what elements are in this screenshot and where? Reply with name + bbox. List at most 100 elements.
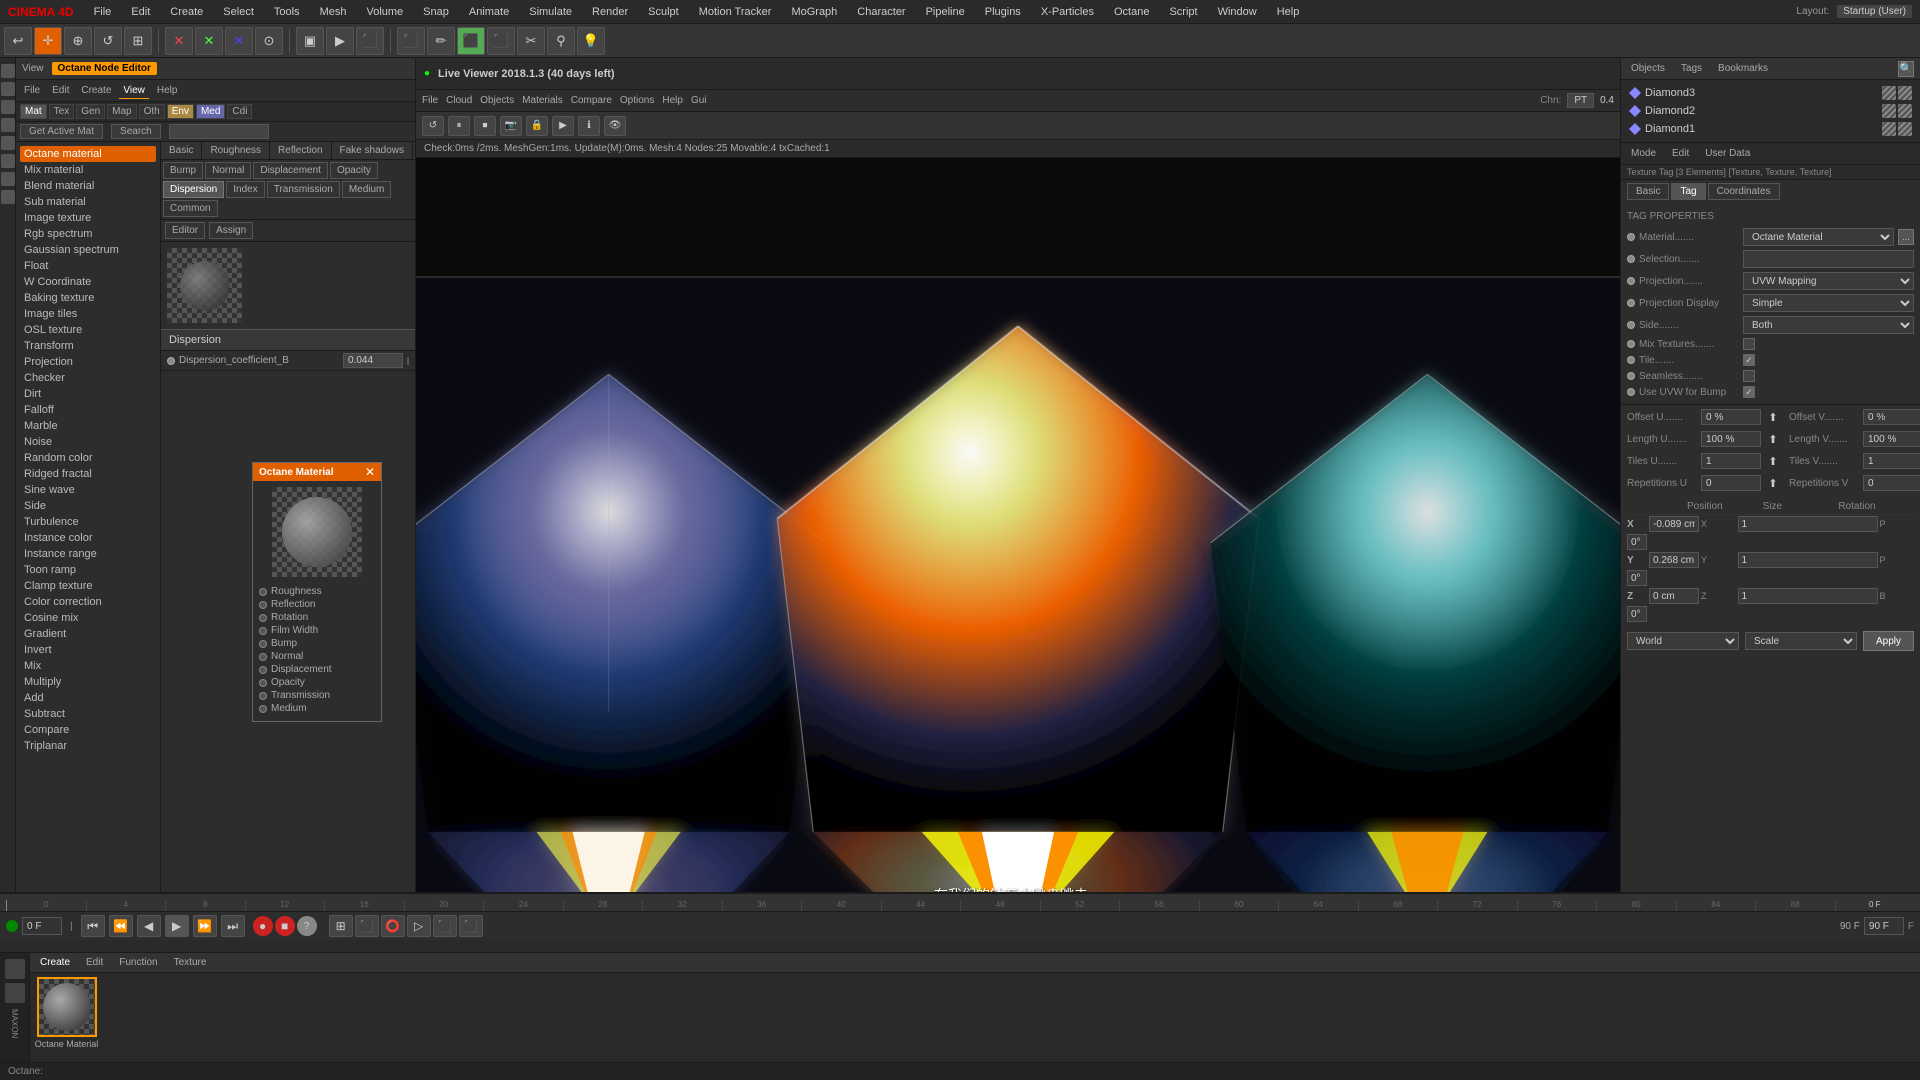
tl-extra5[interactable]: ⬛ <box>433 915 457 937</box>
mat-item-random[interactable]: Random color <box>20 450 156 466</box>
length-u-input[interactable] <box>1701 431 1761 447</box>
mode-tab-edit[interactable]: Edit <box>1666 146 1695 161</box>
search-input[interactable] <box>169 124 269 139</box>
mat-item-blend[interactable]: Blend material <box>20 178 156 194</box>
mat-item-imagetiles[interactable]: Image tiles <box>20 306 156 322</box>
menu-script[interactable]: Script <box>1165 4 1201 20</box>
sidebar-icon-8[interactable] <box>1 190 15 204</box>
menu-character[interactable]: Character <box>853 4 909 20</box>
oct-item-normal[interactable]: Normal <box>259 650 375 663</box>
mat-item-turbulence[interactable]: Turbulence <box>20 514 156 530</box>
menu-help[interactable]: Help <box>1273 4 1304 20</box>
offset-u-stepper[interactable]: ⬆ <box>1765 411 1781 424</box>
tl-goto-start[interactable]: ⏮ <box>81 915 105 937</box>
sidebar-icon-5[interactable] <box>1 136 15 150</box>
diamond3-tag2[interactable] <box>1898 86 1912 100</box>
tl-frame-start[interactable] <box>22 917 62 935</box>
tl-q-btn[interactable]: ? <box>297 916 317 936</box>
mat-item-instancerange[interactable]: Instance range <box>20 546 156 562</box>
mat-item-dirt[interactable]: Dirt <box>20 386 156 402</box>
menu-snap[interactable]: Snap <box>419 4 453 20</box>
np-sub-displacement[interactable]: Displacement <box>253 162 328 179</box>
np-sub-assign[interactable]: Assign <box>209 222 253 239</box>
np-sub-common[interactable]: Common <box>163 200 218 217</box>
mat-btn-oth[interactable]: Oth <box>139 104 165 119</box>
z-axis-btn[interactable]: ✕ <box>225 27 253 55</box>
x-axis-btn[interactable]: ✕ <box>165 27 193 55</box>
diamond3-tag[interactable] <box>1882 86 1896 100</box>
lv-menu-options[interactable]: Options <box>620 95 654 106</box>
projection-select[interactable]: UVW Mapping <box>1743 272 1914 290</box>
oct-item-filmwidth[interactable]: Film Width <box>259 624 375 637</box>
mat-item-osl[interactable]: OSL texture <box>20 322 156 338</box>
tl-extra4[interactable]: ▷ <box>407 915 431 937</box>
tl-end-frame[interactable] <box>1864 917 1904 935</box>
lv-menu-materials[interactable]: Materials <box>522 95 563 106</box>
material-browse-btn[interactable]: ... <box>1898 229 1914 245</box>
ne-tab-view[interactable]: File <box>20 83 44 98</box>
oct-item-bump[interactable]: Bump <box>259 637 375 650</box>
mat-item-transform[interactable]: Transform <box>20 338 156 354</box>
y-axis-btn[interactable]: ✕ <box>195 27 223 55</box>
tl-extra3[interactable]: ⭕ <box>381 915 405 937</box>
np-sub-dispersion[interactable]: Dispersion <box>163 181 224 198</box>
bm-tab-edit[interactable]: Edit <box>82 956 107 969</box>
mode-tab-mode[interactable]: Mode <box>1625 146 1662 161</box>
np-sub-normal[interactable]: Normal <box>205 162 251 179</box>
psr-y-pos[interactable] <box>1649 552 1699 568</box>
menu-file[interactable]: File <box>90 4 116 20</box>
offset-u-input[interactable] <box>1701 409 1761 425</box>
bm-tab-texture[interactable]: Texture <box>170 956 211 969</box>
mat-item-side[interactable]: Side <box>20 498 156 514</box>
mat-item-colorcorrection[interactable]: Color correction <box>20 594 156 610</box>
bm-tab-create[interactable]: Create <box>36 956 74 969</box>
rp-tab-tag[interactable]: Tag <box>1671 183 1705 200</box>
lv-menu-objects[interactable]: Objects <box>480 95 514 106</box>
cube-btn[interactable]: ⬛ <box>397 27 425 55</box>
rp-btn-bookmarks[interactable]: Bookmarks <box>1714 62 1772 75</box>
lv-menu-cloud[interactable]: Cloud <box>446 95 472 106</box>
lv-camera-btn[interactable]: 📷 <box>500 116 522 136</box>
psr-x-rot[interactable] <box>1627 534 1647 550</box>
np-tab-reflection[interactable]: Reflection <box>270 142 331 159</box>
side-select[interactable]: Both <box>1743 316 1914 334</box>
sidebar-icon-6[interactable] <box>1 154 15 168</box>
mat-btn-mat[interactable]: Mat <box>20 104 47 119</box>
menu-create[interactable]: Create <box>166 4 207 20</box>
selection-input[interactable] <box>1743 250 1914 268</box>
all-axis-btn[interactable]: ⊙ <box>255 27 283 55</box>
mat-item-octane[interactable]: Octane material <box>20 146 156 162</box>
ne-tab-view2[interactable]: View <box>119 83 149 99</box>
oct-item-transmission[interactable]: Transmission <box>259 689 375 702</box>
menu-simulate[interactable]: Simulate <box>525 4 576 20</box>
octane-node-editor-tab[interactable]: Octane Node Editor <box>52 62 157 75</box>
ne-tab-edit[interactable]: Edit <box>48 83 73 98</box>
scale-select[interactable]: Scale <box>1745 632 1857 650</box>
oct-item-roughness[interactable]: Roughness <box>259 585 375 598</box>
lv-stop-btn[interactable]: ⏹ <box>474 116 496 136</box>
cut-btn[interactable]: ✂ <box>517 27 545 55</box>
tl-extra6[interactable]: ⬛ <box>459 915 483 937</box>
mat-item-mix2[interactable]: Mix <box>20 658 156 674</box>
tl-step-back[interactable]: ⏪ <box>109 915 133 937</box>
oct-item-displacement[interactable]: Displacement <box>259 663 375 676</box>
mat-item-gaussian[interactable]: Gaussian spectrum <box>20 242 156 258</box>
undo-btn[interactable]: ↩ <box>4 27 32 55</box>
mat-item-triplanar[interactable]: Triplanar <box>20 738 156 754</box>
proj-display-select[interactable]: Simple <box>1743 294 1914 312</box>
mat-item-noise[interactable]: Noise <box>20 434 156 450</box>
tl-extra1[interactable]: ⊞ <box>329 915 353 937</box>
get-active-mat-btn[interactable]: Get Active Mat <box>20 124 103 139</box>
tiles-v-input[interactable] <box>1863 453 1920 469</box>
mat-item-float[interactable]: Float <box>20 258 156 274</box>
mat-item-subtract[interactable]: Subtract <box>20 706 156 722</box>
mat-item-gradient[interactable]: Gradient <box>20 626 156 642</box>
mat-item-add[interactable]: Add <box>20 690 156 706</box>
mat-btn-med[interactable]: Med <box>196 104 225 119</box>
lv-menu-compare[interactable]: Compare <box>571 95 612 106</box>
rep-v-input[interactable] <box>1863 475 1920 491</box>
mat-item-wcoord[interactable]: W Coordinate <box>20 274 156 290</box>
ne-tab-help[interactable]: Help <box>153 83 182 98</box>
np-sub-medium[interactable]: Medium <box>342 181 392 198</box>
mat-btn-map[interactable]: Map <box>107 104 136 119</box>
